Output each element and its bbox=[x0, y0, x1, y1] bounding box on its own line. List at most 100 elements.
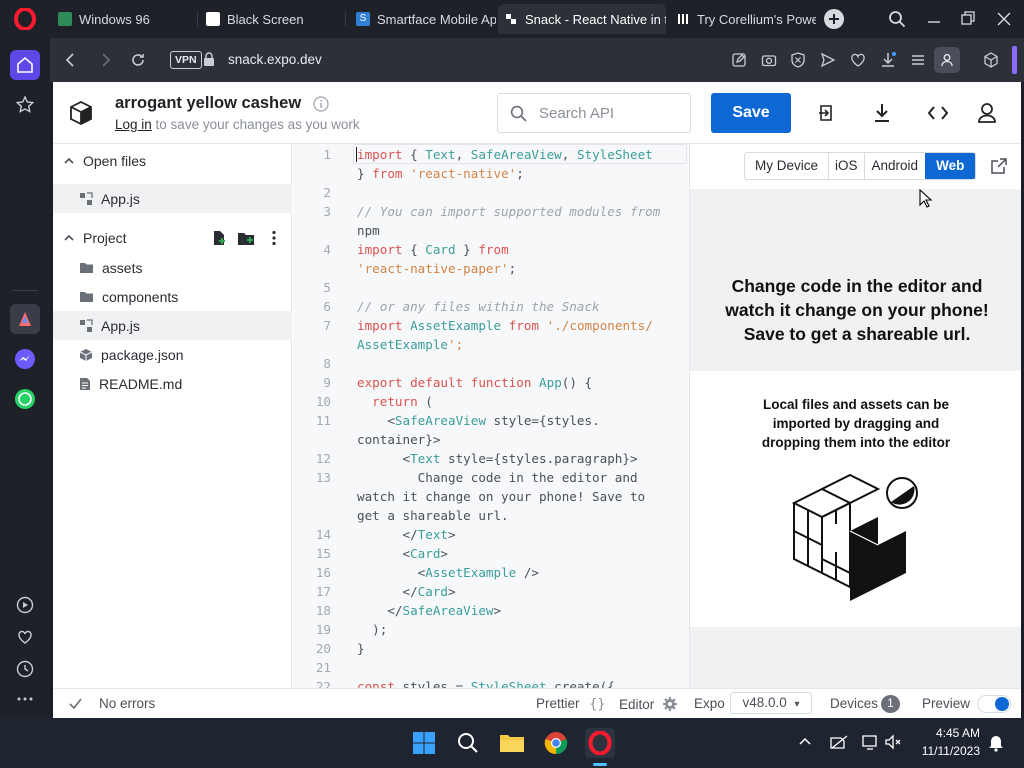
save-button[interactable]: Save bbox=[711, 93, 791, 133]
opera-taskbar-icon[interactable] bbox=[585, 728, 615, 758]
heart-bookmark-icon[interactable] bbox=[848, 50, 868, 70]
code-line[interactable]: get a shareable url. bbox=[357, 506, 509, 525]
tab-ios[interactable]: iOS bbox=[829, 153, 865, 179]
sidebar-home-icon[interactable] bbox=[10, 50, 40, 80]
tab-corellium[interactable]: Try Corellium's Powerf bbox=[670, 4, 816, 34]
new-file-icon[interactable] bbox=[211, 230, 227, 246]
prettier-toggle[interactable]: Prettier {} bbox=[536, 696, 606, 712]
code-line[interactable]: return ( bbox=[357, 392, 433, 411]
clock-date[interactable]: 11/11/2023 bbox=[910, 744, 980, 758]
reload-icon[interactable] bbox=[128, 50, 148, 70]
code-line[interactable]: const styles = StyleSheet.create({ bbox=[357, 677, 615, 688]
clock-time[interactable]: 4:45 AM bbox=[918, 726, 980, 740]
code-line[interactable]: npm bbox=[357, 221, 380, 240]
code-line[interactable]: } from 'react-native'; bbox=[357, 164, 524, 183]
tab-windows-96[interactable]: Windows 96 bbox=[52, 4, 198, 34]
project-section-header[interactable]: Project bbox=[53, 223, 292, 252]
tab-smartface[interactable]: S Smartface Mobile App bbox=[350, 4, 496, 34]
code-line[interactable]: import { Text, SafeAreaView, StyleSheet bbox=[357, 145, 653, 164]
code-line[interactable]: import AssetExample from './components/ bbox=[357, 316, 653, 335]
export-icon[interactable] bbox=[817, 102, 835, 124]
code-line[interactable]: </Card> bbox=[357, 582, 455, 601]
code-line[interactable]: Change code in the editor and bbox=[357, 468, 638, 487]
download-project-icon[interactable] bbox=[873, 102, 891, 124]
aria-ai-icon[interactable] bbox=[10, 304, 40, 334]
url-text[interactable]: snack.expo.dev bbox=[228, 52, 322, 67]
open-files-section-header[interactable]: Open files bbox=[53, 146, 292, 175]
code-line[interactable]: 'react-native-paper'; bbox=[357, 259, 516, 278]
project-name[interactable]: arrogant yellow cashew bbox=[115, 94, 301, 113]
snack-logo-icon[interactable] bbox=[68, 99, 94, 127]
tab-search-icon[interactable] bbox=[888, 10, 906, 28]
lock-icon[interactable] bbox=[203, 52, 215, 67]
camera-snapshot-icon[interactable] bbox=[759, 50, 779, 70]
code-line[interactable]: ); bbox=[357, 620, 387, 639]
edit-page-icon[interactable] bbox=[729, 50, 749, 70]
minimize-icon[interactable] bbox=[926, 10, 942, 28]
taskbar-search-icon[interactable] bbox=[453, 728, 483, 758]
tree-item-readme[interactable]: README.md bbox=[53, 369, 292, 398]
whatsapp-icon[interactable] bbox=[10, 384, 40, 414]
close-window-icon[interactable] bbox=[996, 10, 1012, 28]
search-api-box[interactable]: Search API bbox=[497, 93, 691, 133]
project-info-icon[interactable] bbox=[313, 96, 329, 112]
tree-item-components[interactable]: components bbox=[53, 282, 292, 311]
messenger-icon[interactable] bbox=[10, 344, 40, 374]
embed-code-icon[interactable] bbox=[927, 104, 949, 122]
profile-icon[interactable] bbox=[934, 47, 960, 73]
sdk-version-select[interactable]: v48.0.0 ▾ bbox=[730, 692, 812, 714]
display-icon[interactable] bbox=[861, 733, 879, 751]
send-icon[interactable] bbox=[818, 50, 838, 70]
code-line[interactable]: <SafeAreaView style={styles. bbox=[357, 411, 599, 430]
tab-my-device[interactable]: My Device bbox=[745, 153, 830, 179]
code-line[interactable]: import { Card } from bbox=[357, 240, 509, 259]
tab-black-screen[interactable]: Black Screen bbox=[200, 4, 346, 34]
tree-item-assets[interactable]: assets bbox=[53, 253, 292, 282]
volume-muted-icon[interactable] bbox=[884, 733, 902, 751]
code-line[interactable]: <Text style={styles.paragraph}> bbox=[357, 449, 637, 468]
code-line[interactable]: </Text> bbox=[357, 525, 455, 544]
code-line[interactable]: } bbox=[357, 639, 365, 658]
player-icon[interactable] bbox=[10, 590, 40, 620]
download-icon[interactable] bbox=[878, 50, 898, 70]
chrome-icon[interactable] bbox=[541, 728, 571, 758]
code-editor[interactable]: 1 import { Text, SafeAreaView, StyleSheet… bbox=[293, 144, 689, 688]
back-icon[interactable] bbox=[60, 50, 80, 70]
tab-web[interactable]: Web bbox=[925, 153, 976, 179]
code-line[interactable]: <Card> bbox=[357, 544, 448, 563]
windows-start-icon[interactable] bbox=[409, 728, 439, 758]
forward-icon[interactable] bbox=[96, 50, 116, 70]
restore-icon[interactable] bbox=[960, 10, 976, 28]
new-tab-plus-icon[interactable] bbox=[824, 9, 844, 29]
extensions-cube-icon[interactable] bbox=[981, 50, 1001, 70]
new-folder-icon[interactable] bbox=[237, 230, 255, 246]
code-line[interactable]: watch it change on your phone! Save to bbox=[357, 487, 645, 506]
more-dots-icon[interactable] bbox=[10, 684, 40, 714]
file-explorer-icon[interactable] bbox=[497, 728, 527, 758]
easy-setup-menu-icon[interactable] bbox=[908, 50, 928, 70]
more-vertical-icon[interactable] bbox=[269, 230, 279, 246]
network-offline-icon[interactable] bbox=[829, 734, 849, 750]
editor-settings[interactable]: Editor bbox=[619, 696, 678, 712]
code-line[interactable]: </SafeAreaView> bbox=[357, 601, 501, 620]
tab-snack[interactable]: Snack - React Native in the bbox=[498, 4, 666, 34]
code-line[interactable]: AssetExample'; bbox=[357, 335, 463, 354]
tree-item-package-json[interactable]: package.json bbox=[53, 340, 292, 369]
vpn-badge[interactable]: VPN bbox=[170, 51, 202, 69]
notification-bell-icon[interactable] bbox=[988, 734, 1004, 752]
login-link[interactable]: Log in bbox=[115, 117, 152, 132]
preview-toggle[interactable] bbox=[977, 695, 1011, 713]
code-line[interactable]: // or any files within the Snack bbox=[357, 297, 600, 316]
bookmarks-heart-icon[interactable] bbox=[10, 622, 40, 652]
devices-label[interactable]: Devices bbox=[830, 696, 878, 711]
open-external-icon[interactable] bbox=[990, 157, 1008, 175]
open-file-item[interactable]: App.js bbox=[53, 184, 292, 213]
code-line[interactable]: container}> bbox=[357, 430, 440, 449]
opera-logo-icon[interactable] bbox=[14, 8, 36, 30]
tree-item-app-js[interactable]: App.js bbox=[53, 311, 292, 340]
code-line[interactable]: <AssetExample /> bbox=[357, 563, 539, 582]
code-line[interactable]: export default function App() { bbox=[357, 373, 592, 392]
tray-chevron-up-icon[interactable] bbox=[798, 736, 812, 746]
code-line[interactable]: // You can import supported modules from bbox=[357, 202, 660, 221]
user-account-icon[interactable] bbox=[977, 102, 997, 124]
